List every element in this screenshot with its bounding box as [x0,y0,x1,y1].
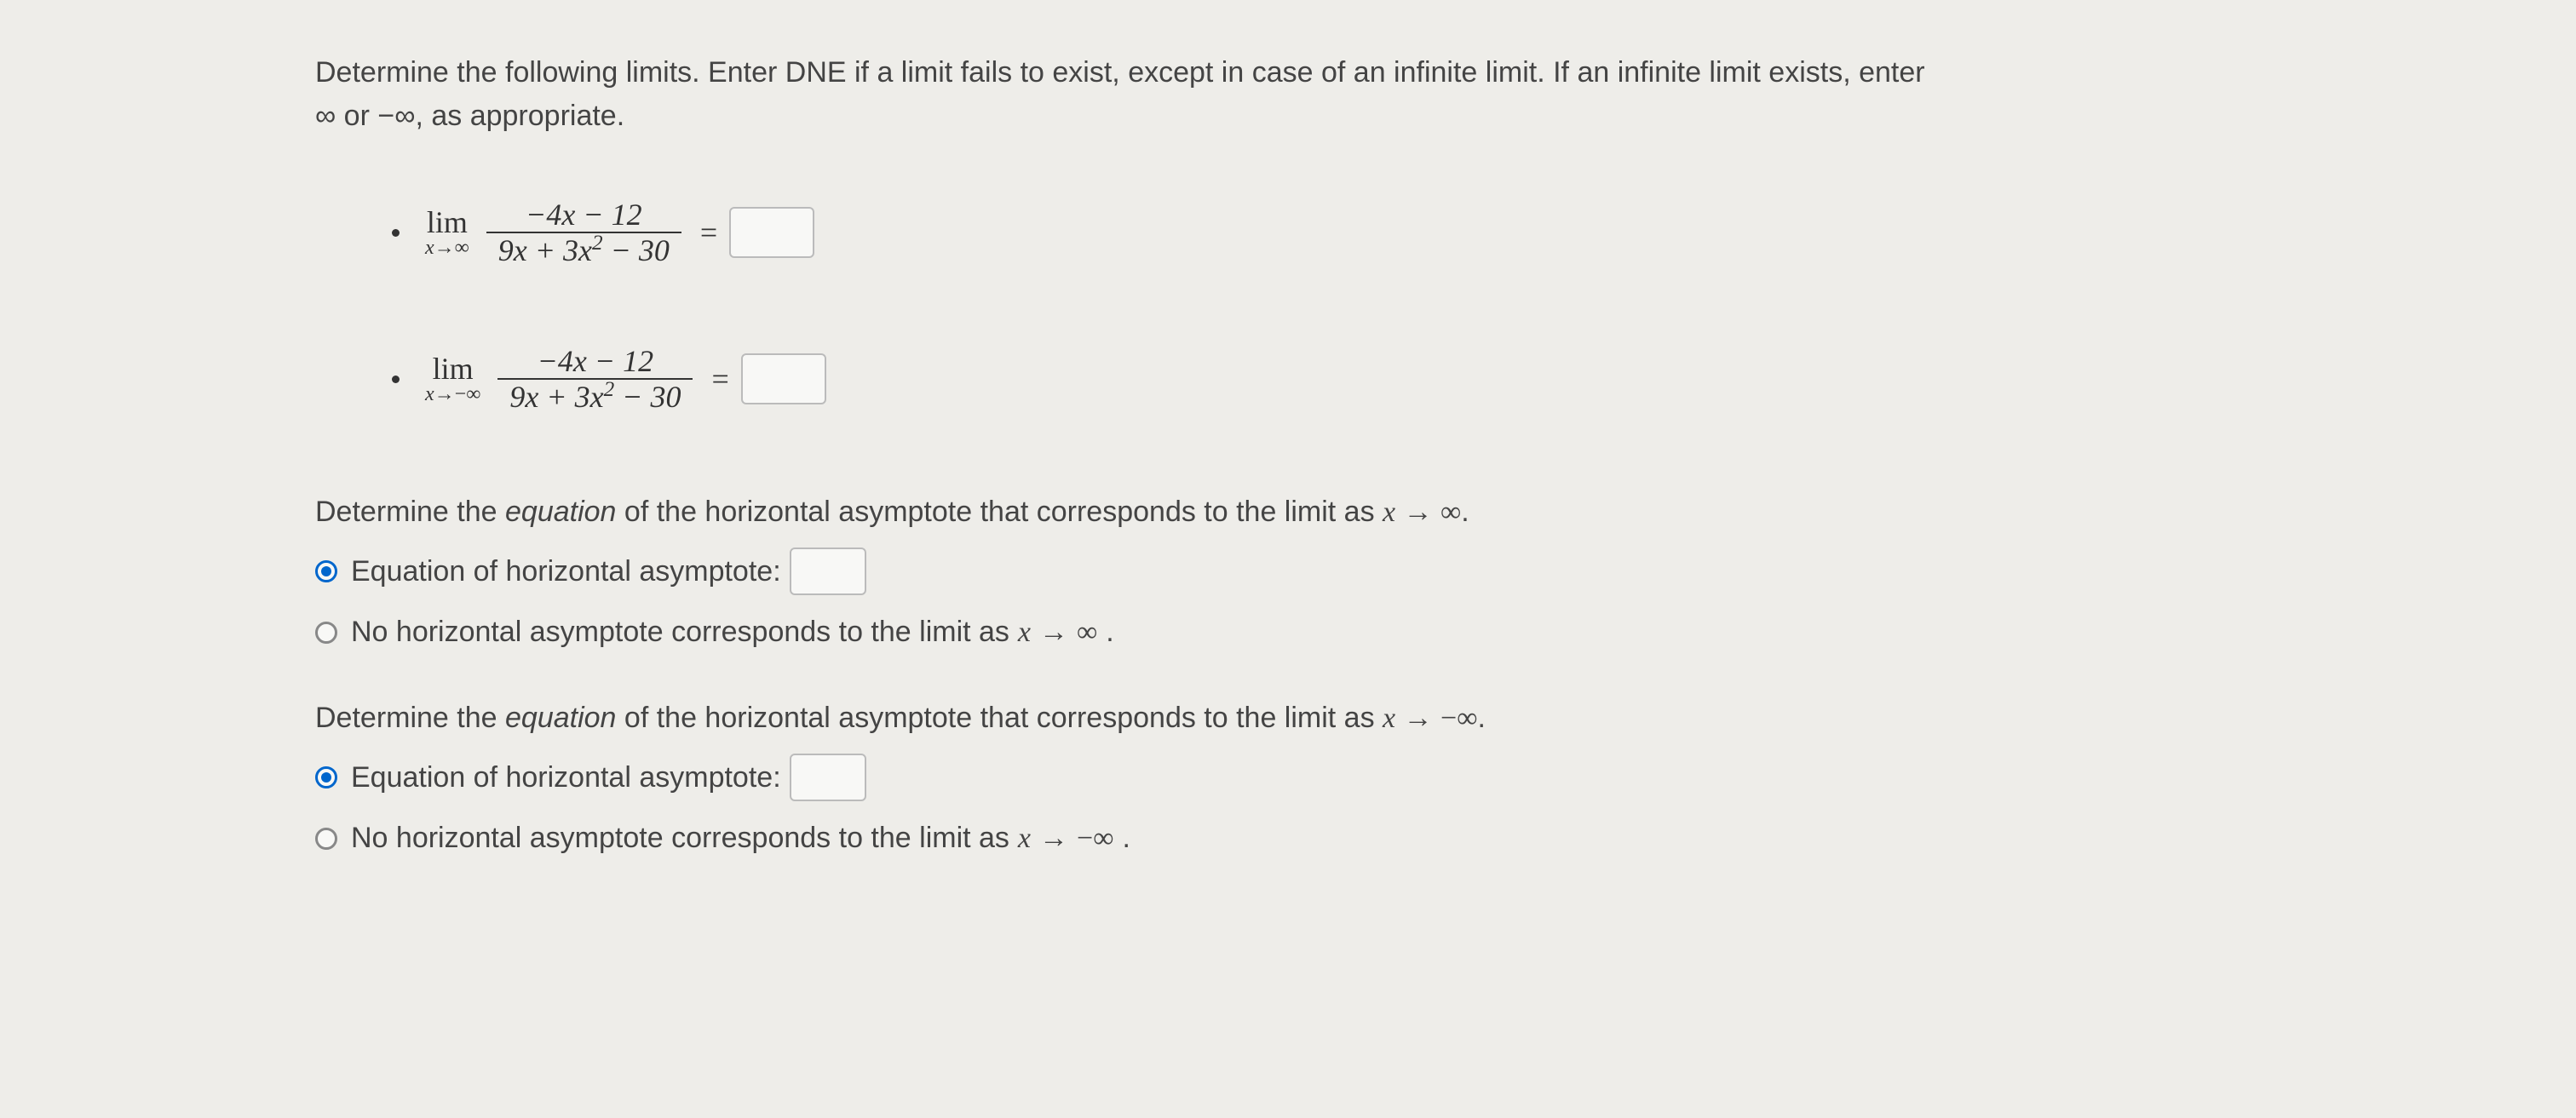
q2-prompt-em: equation [505,702,616,734]
lim-operator: lim x→−∞ [425,353,480,404]
q2-arrow: → [1395,702,1440,734]
numerator: −4x − 12 [526,344,666,378]
q1-math-x: x [1383,496,1395,528]
q2-math-x: x [1383,702,1395,734]
approach-arrow: → [434,237,455,259]
bullet-icon [392,376,400,383]
q1-option-1-row: Equation of horizontal asymptote: [315,548,2189,595]
denom-a: 9x + 3x [509,380,603,414]
denom-exp: 2 [604,378,615,401]
limit-expression-2: lim x→−∞ −4x − 12 9x + 3x2 − 30 = [425,344,741,414]
approach-arrow: → [434,383,455,405]
q2-opt2-target: −∞ [1077,817,1113,860]
lim-text: lim [433,353,474,384]
instructions-text: Determine the following limits. Enter DN… [315,51,1934,138]
q2-prompt-b: of the horizontal asymptote that corresp… [616,702,1383,734]
q2-opt2-a: No horizontal asymptote corresponds to t… [351,817,1009,860]
q1-period: . [1461,496,1469,528]
lim-approach: x→∞ [425,238,469,258]
equals-sign: = [700,209,717,255]
lim-operator: lim x→∞ [425,207,469,258]
q2-radio-none[interactable] [315,828,337,850]
q1-opt2-period: . [1106,611,1113,654]
q1-arrow: → [1395,496,1440,528]
q1-radio-none[interactable] [315,622,337,644]
q1-option-2-label: No horizontal asymptote corresponds to t… [351,611,1114,654]
q1-prompt-em: equation [505,496,616,528]
q2-asymptote-input[interactable] [790,754,866,801]
question-block-2: Determine the equation of the horizontal… [315,697,2189,860]
q2-target: −∞ [1440,702,1477,734]
denom-a: 9x + 3x [498,233,592,267]
limit-2-answer-input[interactable] [741,353,826,404]
denom-b: − 30 [603,233,670,267]
q2-radio-equation[interactable] [315,766,337,788]
q1-target: ∞ [1440,496,1461,528]
q2-option-2-row: No horizontal asymptote corresponds to t… [315,817,2189,860]
fraction-2: −4x − 12 9x + 3x2 − 30 [497,344,693,414]
approach-target: ∞ [455,237,469,259]
q2-opt2-period: . [1122,817,1130,860]
q1-opt2-a: No horizontal asymptote corresponds to t… [351,611,1009,654]
denominator: 9x + 3x2 − 30 [497,380,693,414]
q2-opt2-x: x [1018,817,1031,860]
denominator: 9x + 3x2 − 30 [486,233,681,267]
fraction-1: −4x − 12 9x + 3x2 − 30 [486,198,681,267]
q2-opt1-text: Equation of horizontal asymptote: [351,756,781,800]
q1-prompt-b: of the horizontal asymptote that corresp… [616,496,1383,528]
q2-prompt-a: Determine the [315,702,505,734]
q2-opt2-arrow: → [1039,817,1068,860]
approach-var: x [425,383,434,405]
limit-item-2: lim x→−∞ −4x − 12 9x + 3x2 − 30 = [392,344,2576,414]
q1-opt2-x: x [1018,611,1031,654]
q1-asymptote-input[interactable] [790,548,866,595]
question-block-1: Determine the equation of the horizontal… [315,490,2189,654]
denom-exp: 2 [592,232,603,255]
approach-target: −∞ [455,383,481,405]
q2-option-1-label: Equation of horizontal asymptote: [351,754,866,801]
q2-option-2-label: No horizontal asymptote corresponds to t… [351,817,1130,860]
lim-approach: x→−∞ [425,384,480,404]
lim-text: lim [427,207,468,238]
q1-opt1-text: Equation of horizontal asymptote: [351,550,781,593]
q2-period: . [1477,702,1485,734]
question-2-prompt: Determine the equation of the horizontal… [315,697,2189,740]
q1-opt2-arrow: → [1039,611,1068,654]
limit-expression-1: lim x→∞ −4x − 12 9x + 3x2 − 30 = [425,198,729,267]
q1-opt2-target: ∞ [1077,611,1097,654]
limit-1-answer-input[interactable] [729,207,814,258]
q2-option-1-row: Equation of horizontal asymptote: [315,754,2189,801]
numerator-text: −4x − 12 [538,344,654,378]
equals-sign: = [711,356,728,402]
q1-option-1-label: Equation of horizontal asymptote: [351,548,866,595]
q1-prompt-a: Determine the [315,496,505,528]
denom-b: − 30 [614,380,681,414]
q1-option-2-row: No horizontal asymptote corresponds to t… [315,611,2189,654]
question-1-prompt: Determine the equation of the horizontal… [315,490,2189,534]
numerator: −4x − 12 [514,198,654,232]
approach-var: x [425,237,434,259]
q1-radio-equation[interactable] [315,560,337,582]
limits-list: lim x→∞ −4x − 12 9x + 3x2 − 30 = lim x→−… [392,198,2576,414]
limit-item-1: lim x→∞ −4x − 12 9x + 3x2 − 30 = [392,198,2576,267]
numerator-text: −4x − 12 [526,198,642,232]
bullet-icon [392,229,400,237]
